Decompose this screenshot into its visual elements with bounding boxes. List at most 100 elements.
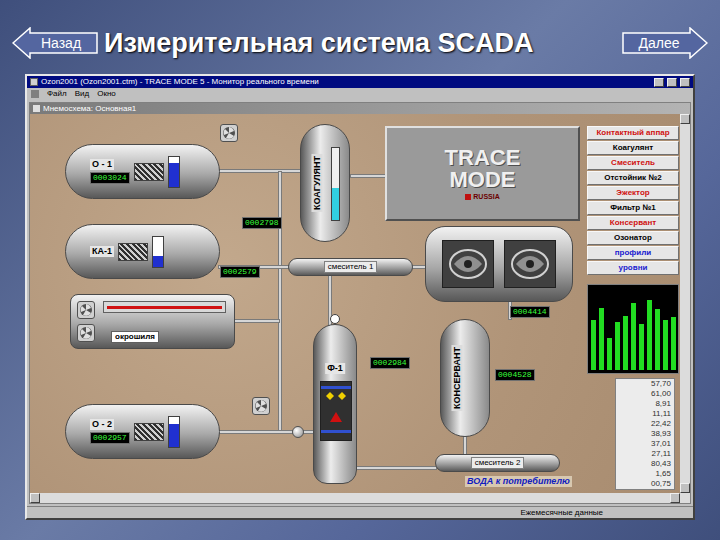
chart-bar — [591, 320, 596, 370]
fan-icon — [220, 124, 238, 142]
scroll-up-button[interactable] — [680, 114, 690, 124]
hatched-section — [134, 423, 164, 441]
menu-item[interactable]: Вид — [75, 89, 89, 99]
chart-bar — [663, 320, 668, 370]
pipe — [350, 174, 387, 178]
level-gauge — [168, 416, 180, 448]
hatched-section — [118, 243, 148, 261]
logo-mark-icon — [465, 194, 471, 200]
tank-label: КОНСЕРВАНТ — [452, 345, 463, 411]
tank-label: КА-1 — [90, 246, 114, 257]
tank: КА-1 — [65, 224, 220, 279]
level-chart — [587, 284, 679, 374]
scroll-down-button[interactable] — [680, 483, 690, 493]
maximize-button[interactable] — [667, 78, 677, 87]
menu-button[interactable]: Коагулянт — [587, 141, 679, 155]
reading-row: 80,43 — [616, 459, 674, 469]
reading-row: 11,11 — [616, 409, 674, 419]
level-gauge — [168, 156, 180, 188]
level-fill — [169, 163, 179, 187]
window-title: Ozon2001 (Ozon2001.ctm) - TRACE MODE 5 -… — [41, 77, 651, 87]
logo-sub: RUSSIA — [465, 193, 499, 201]
mimic-icon — [33, 105, 40, 112]
app-window: Ozon2001 (Ozon2001.ctm) - TRACE MODE 5 -… — [25, 74, 695, 520]
reading-row: 37,01 — [616, 439, 674, 449]
menu-button[interactable]: Фильтр №1 — [587, 201, 679, 215]
menu-button[interactable]: профили — [587, 246, 679, 260]
menu-button[interactable]: Эжектор — [587, 186, 679, 200]
ozonator-cell-icon — [442, 240, 494, 288]
value-display: 0002957 — [90, 432, 130, 444]
minimize-button[interactable] — [654, 78, 664, 87]
menu-button[interactable]: Контактный аппар — [587, 126, 679, 140]
heater-strip — [103, 301, 226, 313]
chart-bar — [639, 324, 644, 370]
scroll-left-button[interactable] — [30, 493, 40, 503]
logo-text: MODE — [450, 169, 516, 191]
level-fill — [169, 424, 179, 447]
nav-label[interactable]: Далее — [638, 36, 691, 50]
heater-bar — [107, 306, 222, 309]
level-gauge — [331, 147, 340, 221]
back-button[interactable]: Назад — [12, 27, 98, 59]
nav-label[interactable]: Назад — [29, 36, 81, 50]
trace-mode-logo: TRACEMODE RUSSIA — [385, 126, 580, 221]
status-text: Ежемесячные данные — [520, 508, 603, 518]
tank-label: О - 1 — [90, 159, 114, 170]
reading-row: 8,91 — [616, 399, 674, 409]
chart-bar — [631, 303, 636, 370]
menu-bar: Файл Вид Окно — [27, 88, 693, 100]
next-button[interactable]: Далее — [622, 27, 708, 59]
value-display: 0004528 — [495, 369, 535, 381]
filter: Ф-1 — [313, 324, 357, 484]
vertical-scrollbar[interactable] — [680, 114, 690, 493]
value-display: 0003024 — [90, 172, 130, 184]
app-icon — [30, 78, 38, 86]
chart-bar — [623, 316, 628, 370]
horizontal-scrollbar[interactable] — [30, 493, 690, 503]
vertical-tank: КОАГУЛЯНТ — [300, 124, 350, 242]
chart-bar — [599, 308, 604, 370]
chart-bar — [655, 309, 660, 370]
mimic-title: Мнемосхема: Основная1 — [43, 104, 687, 114]
title-bar: Ozon2001 (Ozon2001.ctm) - TRACE MODE 5 -… — [27, 76, 693, 88]
tank: О - 20002957 — [65, 404, 220, 459]
mimic-body: О - 1 0003024 КА-1 0002579 О - 20002957 КОАГУ… — [30, 114, 690, 493]
value-display: 0002984 — [370, 357, 410, 369]
pipe — [355, 466, 437, 470]
menu-button[interactable]: уровни — [587, 261, 679, 275]
furnace: окрошиля — [70, 294, 235, 349]
slide-title: Измерительная система SCADA — [104, 30, 616, 57]
fan-icon — [77, 324, 95, 342]
menu-button[interactable]: Озонатор — [587, 231, 679, 245]
pipe — [218, 169, 302, 173]
close-button[interactable] — [680, 78, 690, 87]
filter-label: Ф-1 — [325, 363, 345, 374]
reading-row: 1,65 — [616, 469, 674, 479]
tank-label: КОАГУЛЯНТ — [312, 154, 323, 212]
menu-item[interactable]: Окно — [97, 89, 116, 99]
logo-text: TRACE — [445, 147, 521, 169]
menu-button[interactable]: Консервант — [587, 216, 679, 230]
value-display: 0002579 — [220, 266, 260, 278]
chart-bar — [647, 300, 652, 370]
mixer: смеситель 2 — [435, 454, 560, 472]
pipe — [278, 171, 282, 433]
mixer-label: смеситель 2 — [471, 457, 525, 469]
filter-media-icon — [320, 381, 352, 441]
menu-icon — [31, 90, 39, 98]
menu-button[interactable]: Отстойник №2 — [587, 171, 679, 185]
logo-subtitle: RUSSIA — [473, 193, 499, 201]
mimic-title-bar: Мнемосхема: Основная1 — [30, 103, 690, 114]
reading-row: 27,11 — [616, 449, 674, 459]
outlet-label: ВОДА к потребителю — [465, 476, 572, 487]
reading-row: 61,00 — [616, 389, 674, 399]
vertical-tank: КОНСЕРВАНТ — [440, 319, 490, 437]
navigation-menu: Контактный аппарКоагулянтСмесительОтстой… — [587, 126, 679, 275]
ozonator — [425, 226, 573, 302]
level-gauge — [152, 236, 164, 268]
menu-item[interactable]: Файл — [47, 89, 67, 99]
menu-button[interactable]: Смеситель — [587, 156, 679, 170]
scroll-right-button[interactable] — [670, 493, 680, 503]
mimic-canvas: О - 1 0003024 КА-1 0002579 О - 20002957 КОАГУ… — [30, 114, 680, 493]
